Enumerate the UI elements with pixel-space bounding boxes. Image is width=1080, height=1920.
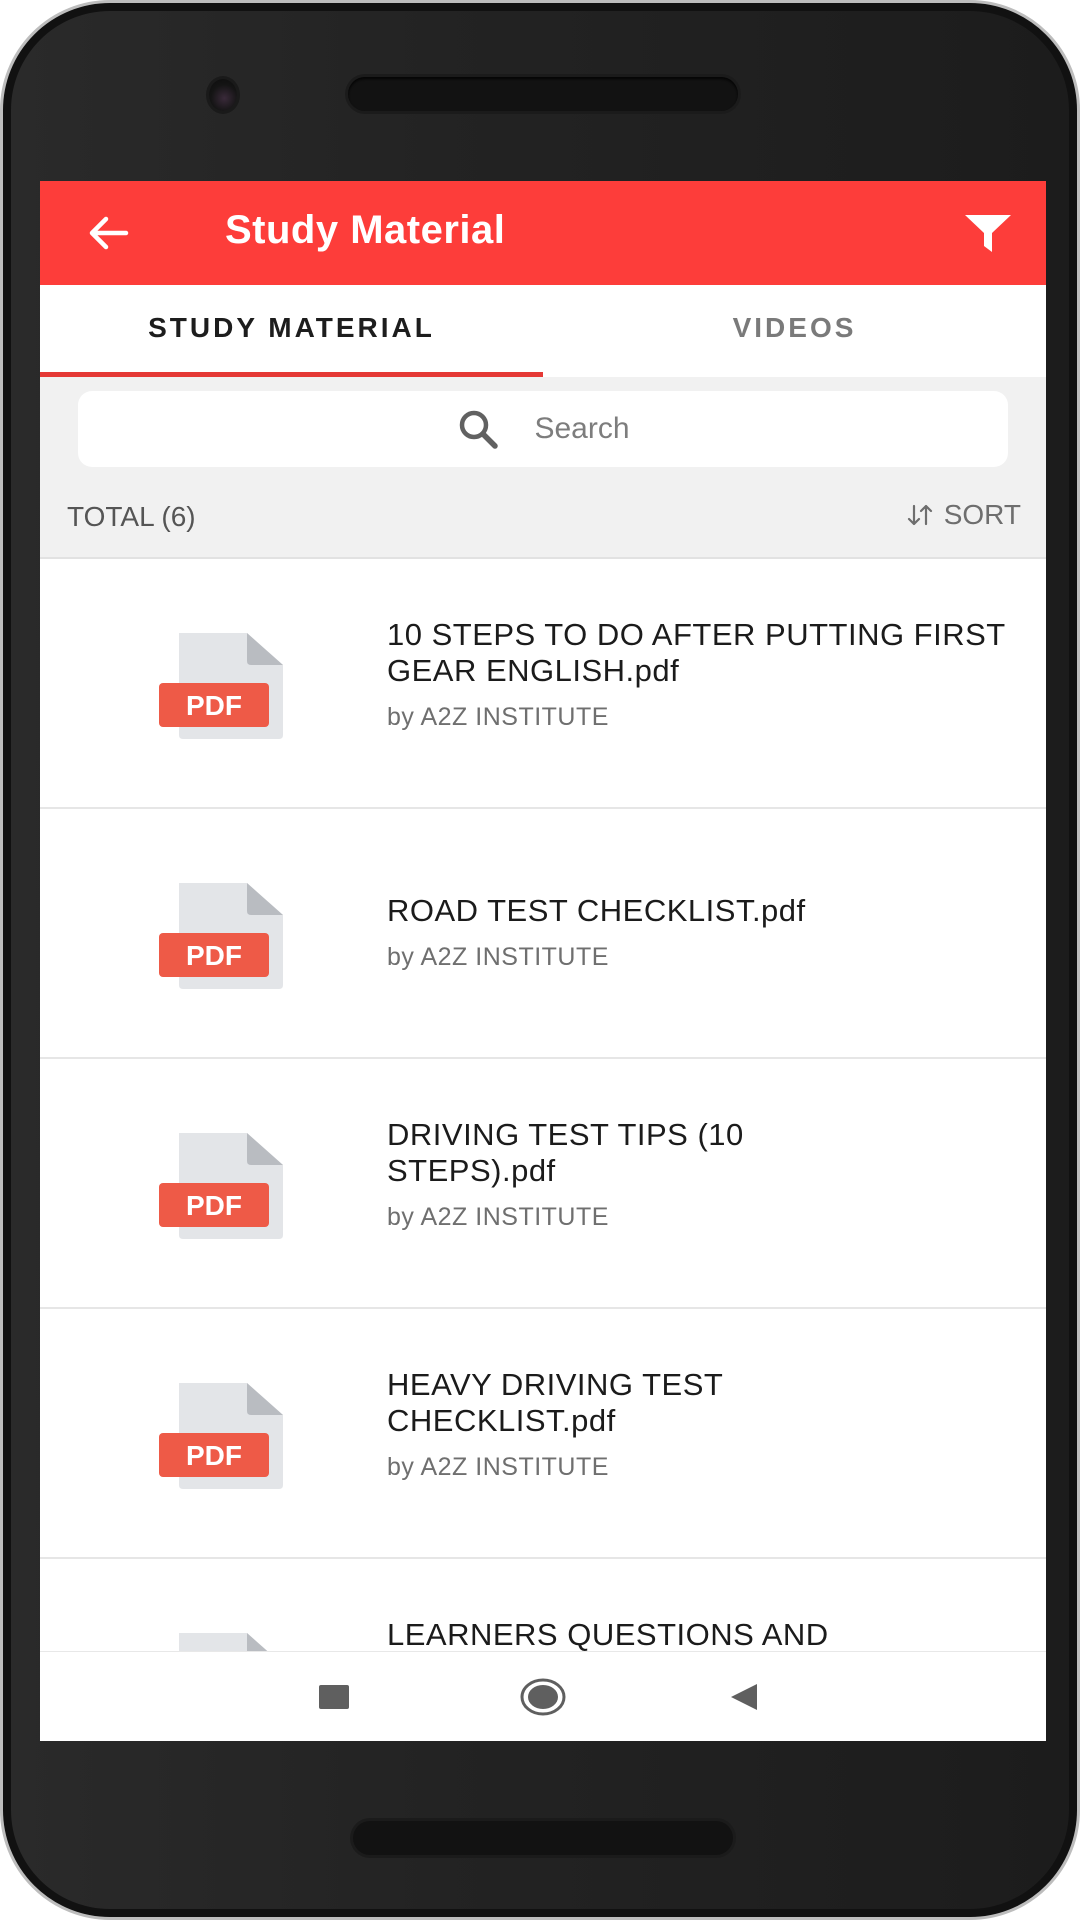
tab-bar: STUDY MATERIAL VIDEOS (40, 285, 1046, 377)
pdf-badge-text: PDF (186, 1190, 242, 1221)
pdf-badge-text: PDF (186, 940, 242, 971)
front-camera (209, 79, 237, 111)
item-title: LEARNERS QUESTIONS AND (387, 1617, 829, 1652)
earpiece-speaker (348, 77, 738, 111)
item-title: 10 STEPS TO DO AFTER PUTTING FIRST GEAR … (387, 617, 1006, 688)
study-material-list: PDF 10 STEPS TO DO AFTER PUTTING FIRST G… (40, 559, 1046, 1741)
recents-square-icon (319, 1685, 349, 1709)
sort-label: SORT (943, 499, 1021, 530)
list-item[interactable]: PDF HEAVY DRIVING TEST CHECKLIST.pdf by … (40, 1309, 1046, 1559)
page-title: Study Material (225, 208, 506, 252)
total-count: TOTAL (6) (67, 501, 196, 532)
filter-funnel-icon (965, 215, 1011, 252)
pdf-file-icon: PDF (159, 883, 283, 989)
item-title: ROAD TEST CHECKLIST.pdf (387, 893, 806, 928)
pdf-file-icon: PDF (159, 1133, 283, 1239)
bottom-speaker (353, 1821, 733, 1855)
back-button[interactable] (82, 207, 134, 259)
item-author: by A2Z INSTITUTE (387, 943, 609, 971)
tab-videos[interactable]: VIDEOS (543, 285, 1046, 377)
list-item[interactable]: PDF ROAD TEST CHECKLIST.pdf by A2Z INSTI… (40, 809, 1046, 1059)
recents-button[interactable] (289, 1652, 379, 1741)
item-title: DRIVING TEST TIPS (10 STEPS).pdf (387, 1117, 744, 1188)
item-title: HEAVY DRIVING TEST CHECKLIST.pdf (387, 1367, 723, 1438)
search-and-summary-area: Search TOTAL (6) SORT (40, 377, 1046, 559)
item-author: by A2Z INSTITUTE (387, 1203, 609, 1231)
item-author: by A2Z INSTITUTE (387, 1453, 609, 1481)
item-author: by A2Z INSTITUTE (387, 703, 609, 731)
list-item[interactable]: PDF DRIVING TEST TIPS (10 STEPS).pdf by … (40, 1059, 1046, 1309)
app-screen: Study Material STUDY MATERIAL VIDEOS Sea… (40, 181, 1046, 1741)
search-icon (460, 410, 499, 449)
home-button[interactable] (498, 1652, 588, 1741)
sort-arrows-icon (907, 504, 932, 526)
tab-study-material[interactable]: STUDY MATERIAL (40, 285, 543, 377)
pdf-file-icon: PDF (159, 633, 283, 739)
home-circle-icon (520, 1678, 566, 1716)
back-triangle-icon (731, 1684, 757, 1710)
filter-button[interactable] (960, 205, 1016, 261)
list-item[interactable]: PDF 10 STEPS TO DO AFTER PUTTING FIRST G… (40, 559, 1046, 809)
pdf-file-icon: PDF (159, 1383, 283, 1489)
app-bar: Study Material (40, 181, 1046, 285)
pdf-badge-text: PDF (186, 690, 242, 721)
system-back-button[interactable] (699, 1652, 789, 1741)
search-placeholder: Search (534, 412, 630, 445)
pdf-badge-text: PDF (186, 1440, 242, 1471)
phone-frame: Study Material STUDY MATERIAL VIDEOS Sea… (0, 0, 1080, 1920)
system-nav-bar (40, 1651, 1046, 1741)
search-input[interactable]: Search (78, 391, 1008, 467)
arrow-left-icon (89, 216, 129, 250)
sort-button[interactable]: SORT (906, 499, 1021, 531)
